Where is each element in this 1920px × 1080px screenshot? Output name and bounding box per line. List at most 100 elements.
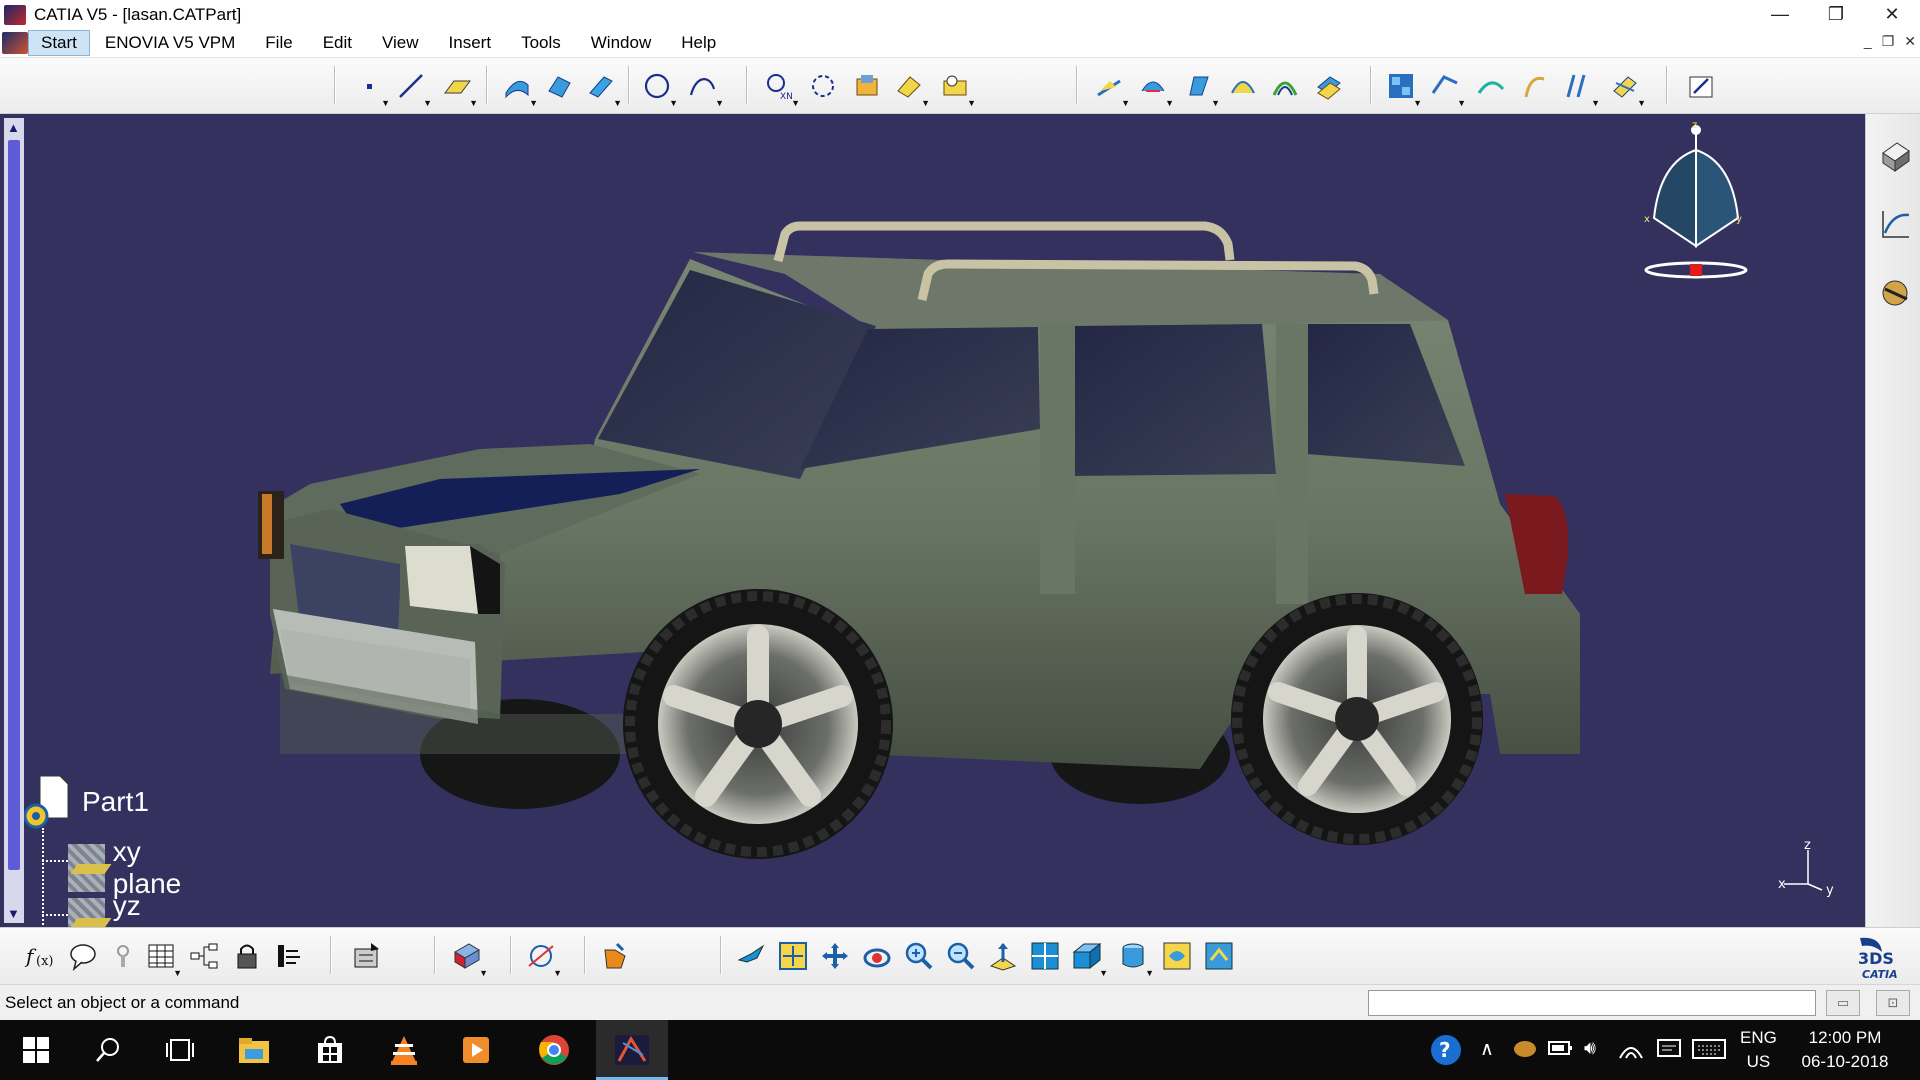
circle-icon[interactable]: ▼ <box>640 70 678 108</box>
curve-analysis-icon[interactable] <box>1878 206 1914 242</box>
doc-restore-button[interactable]: ❐ <box>1882 33 1895 50</box>
intersection-icon[interactable]: ▼ <box>1608 70 1646 108</box>
multi-view-icon[interactable] <box>1028 940 1062 972</box>
curvature-icon[interactable]: ▼ <box>1428 70 1466 108</box>
tree-node-part1[interactable]: Part1 <box>23 774 149 830</box>
repetition-icon[interactable]: XN ▼ <box>762 70 800 108</box>
fit-all-icon[interactable] <box>776 940 810 972</box>
3d-viewport[interactable]: ▲ ▼ z x y z x y Part1 xy plane yz <box>0 114 1865 927</box>
spline-icon[interactable]: ▼ <box>686 70 724 108</box>
tree-node-yz-plane[interactable]: yz plane <box>68 890 193 927</box>
join-icon[interactable] <box>850 70 884 102</box>
shading-icon[interactable]: ▼ <box>1116 940 1154 978</box>
analysis-icon[interactable]: ▼ <box>1384 70 1422 108</box>
file-explorer-icon[interactable] <box>234 1030 274 1070</box>
fill-icon[interactable]: ▼ <box>1182 70 1220 108</box>
tray-app-icon[interactable] <box>1512 1038 1538 1066</box>
search-icon[interactable] <box>88 1030 128 1070</box>
help-tray-icon[interactable]: ? <box>1428 1032 1464 1074</box>
parameters-icon[interactable] <box>272 940 306 972</box>
extract-icon[interactable]: ▼ <box>938 70 976 108</box>
multi-section-icon[interactable] <box>1226 70 1260 102</box>
stop-command-icon[interactable]: ⊡ <box>1876 990 1910 1016</box>
sketcher-icon[interactable] <box>1684 70 1718 102</box>
language-code: ENG <box>1740 1028 1777 1047</box>
menu-file[interactable]: File <box>250 33 307 53</box>
boundary-icon[interactable] <box>1518 70 1552 102</box>
notifications-icon[interactable] <box>1656 1038 1682 1068</box>
minimize-button[interactable]: — <box>1752 0 1808 29</box>
menu-tools[interactable]: Tools <box>506 33 576 53</box>
lock-icon[interactable] <box>230 940 264 972</box>
compass-widget[interactable]: z x y <box>1640 122 1760 282</box>
keyboard-icon[interactable] <box>1692 1038 1726 1066</box>
input-language[interactable]: ENG US <box>1740 1026 1777 1074</box>
restore-button[interactable]: ❐ <box>1808 0 1864 29</box>
menu-help[interactable]: Help <box>666 33 731 53</box>
extrude-surface-icon[interactable]: ▼ <box>500 70 538 108</box>
task-view-icon[interactable] <box>160 1030 200 1070</box>
zoom-out-icon[interactable] <box>944 940 978 972</box>
pan-icon[interactable] <box>818 940 852 972</box>
table-icon[interactable]: ▼ <box>144 940 182 978</box>
part-design-icon[interactable] <box>1878 138 1914 174</box>
menu-enovia[interactable]: ENOVIA V5 VPM <box>90 33 250 53</box>
document-window-controls: _ ❐ ✕ <box>1864 33 1916 50</box>
analysis-compass-icon[interactable]: ▼ <box>524 940 562 978</box>
wifi-icon[interactable] <box>1618 1038 1644 1066</box>
show-hidden-icons-icon[interactable]: ∧ <box>1480 1038 1494 1061</box>
normal-view-icon[interactable] <box>986 940 1020 972</box>
hide-show-icon[interactable] <box>1160 940 1194 972</box>
close-button[interactable]: ✕ <box>1864 0 1920 29</box>
split-icon[interactable]: ▼ <box>1092 70 1130 108</box>
menu-view[interactable]: View <box>367 33 434 53</box>
rotate-icon[interactable] <box>860 940 894 972</box>
volume-icon[interactable]: 🔊︎ <box>1584 1038 1596 1060</box>
undo-status-icon[interactable]: ▭ <box>1826 990 1860 1016</box>
axis-triad: z x y <box>1778 840 1834 898</box>
blend-icon[interactable] <box>1268 70 1302 102</box>
doc-minimize-button[interactable]: _ <box>1864 33 1872 50</box>
line-icon[interactable]: ▼ <box>394 70 432 108</box>
comment-icon[interactable] <box>66 940 100 972</box>
symmetry-icon[interactable] <box>806 70 840 102</box>
store-icon[interactable] <box>310 1030 350 1070</box>
render-icon[interactable] <box>1878 274 1914 310</box>
zoom-in-icon[interactable] <box>902 940 936 972</box>
offset-icon[interactable] <box>1312 70 1346 102</box>
title-bar: CATIA V5 - [lasan.CATPart] — ❐ ✕ <box>0 0 1920 29</box>
measure-icon[interactable]: ▼ <box>450 940 488 978</box>
catia-taskbar-icon[interactable] <box>612 1030 652 1070</box>
menu-start[interactable]: Start <box>28 30 90 56</box>
menu-window[interactable]: Window <box>576 33 666 53</box>
projection-icon[interactable]: ▼ <box>1562 70 1600 108</box>
revolve-surface-icon[interactable] <box>542 70 576 102</box>
start-menu-icon[interactable] <box>2 32 28 54</box>
point-icon[interactable]: ▼ <box>352 70 390 108</box>
plane-icon[interactable]: ▼ <box>440 70 478 108</box>
iso-view-icon[interactable]: ▼ <box>1070 940 1108 978</box>
menu-edit[interactable]: Edit <box>308 33 367 53</box>
formula-icon[interactable]: f (x) <box>24 940 58 972</box>
chrome-icon[interactable] <box>534 1030 574 1070</box>
update-icon[interactable] <box>350 940 384 972</box>
apply-material-icon[interactable] <box>598 940 632 972</box>
connect-icon[interactable] <box>1474 70 1508 102</box>
sweep-surface-icon[interactable]: ▼ <box>584 70 622 108</box>
vlc-icon[interactable] <box>384 1030 424 1070</box>
menu-insert[interactable]: Insert <box>434 33 507 53</box>
trim-icon[interactable]: ▼ <box>1136 70 1174 108</box>
windows-start-icon[interactable] <box>16 1030 56 1070</box>
media-player-icon[interactable] <box>456 1030 496 1070</box>
battery-icon[interactable] <box>1548 1038 1574 1064</box>
fly-mode-icon[interactable] <box>734 940 768 972</box>
hierarchy-icon[interactable] <box>188 940 222 972</box>
power-input-field[interactable] <box>1368 990 1816 1016</box>
compass-x-label: x <box>1644 214 1650 225</box>
knowledge-icon[interactable] <box>106 940 140 972</box>
system-clock[interactable]: 12:00 PM 06-10-2018 <box>1780 1026 1910 1074</box>
healing-icon[interactable]: ▼ <box>892 70 930 108</box>
swap-visible-space-icon[interactable] <box>1202 940 1236 972</box>
doc-close-button[interactable]: ✕ <box>1904 33 1916 50</box>
car-3d-model[interactable] <box>0 114 1865 927</box>
